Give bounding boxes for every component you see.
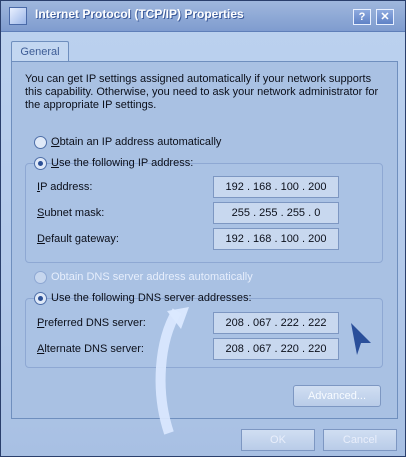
ip-address-field[interactable]: 192 . 168 . 100 . 200	[213, 176, 339, 198]
use-following-ip-radio[interactable]	[34, 157, 47, 170]
default-gateway-label: Default gateway:	[37, 233, 119, 245]
title-bar[interactable]: Internet Protocol (TCP/IP) Properties ? …	[1, 1, 405, 32]
obtain-dns-auto-label: Obtain DNS server address automatically	[51, 271, 253, 283]
obtain-ip-auto-label: Obtain an IP address automatically	[51, 136, 222, 148]
subnet-mask-field[interactable]: 255 . 255 . 255 . 0	[213, 202, 339, 224]
ok-button[interactable]: OK	[241, 429, 315, 451]
use-following-ip-label: Use the following IP address:	[51, 157, 194, 169]
properties-window: Internet Protocol (TCP/IP) Properties ? …	[0, 0, 406, 457]
preferred-dns-label: Preferred DNS server:	[37, 317, 146, 329]
subnet-mask-label: Subnet mask:	[37, 207, 105, 219]
curved-arrow-icon	[149, 301, 209, 441]
help-button[interactable]: ?	[353, 9, 371, 25]
network-icon	[9, 7, 27, 25]
preferred-dns-field[interactable]: 208 . 067 . 222 . 222	[213, 312, 339, 334]
intro-text: You can get IP settings assigned automat…	[25, 73, 379, 111]
window-title: Internet Protocol (TCP/IP) Properties	[35, 7, 244, 21]
cancel-button[interactable]: Cancel	[323, 429, 397, 451]
default-gateway-field[interactable]: 192 . 168 . 100 . 200	[213, 228, 339, 250]
pointer-arrow-icon	[347, 321, 375, 357]
obtain-ip-auto-radio[interactable]	[34, 136, 47, 149]
close-button[interactable]: ✕	[376, 9, 394, 25]
tab-general[interactable]: General	[11, 41, 69, 62]
use-following-dns-radio[interactable]	[34, 292, 47, 305]
advanced-button[interactable]: Advanced...	[293, 385, 381, 407]
alternate-dns-label: Alternate DNS server:	[37, 343, 144, 355]
alternate-dns-field[interactable]: 208 . 067 . 220 . 220	[213, 338, 339, 360]
obtain-dns-auto-radio[interactable]	[34, 271, 47, 284]
ip-address-label: IP address:	[37, 181, 93, 193]
